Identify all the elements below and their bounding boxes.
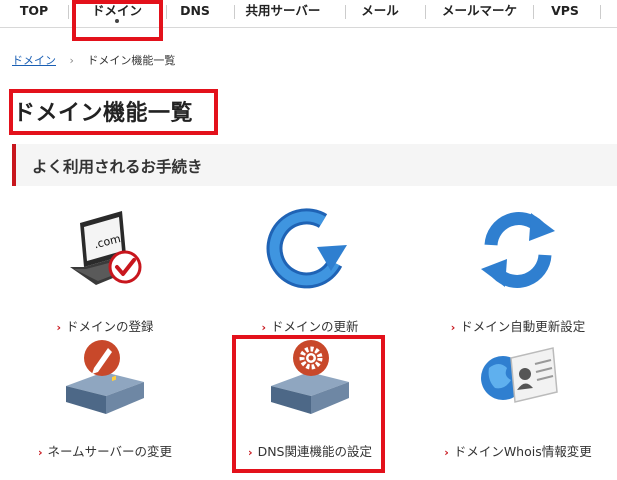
breadcrumb-current: ドメイン機能一覧 [87,54,176,67]
feature-label: › ネームサーバーの変更 [37,444,173,459]
nav-divider [234,5,235,19]
feature-domain-registration[interactable]: .com › ドメインの登録 [5,205,205,335]
highlight-box-title [9,89,218,135]
nav-tab-vps[interactable]: VPS [538,0,592,27]
laptop-check-icon: .com [60,205,150,295]
nav-tab-mail[interactable]: メール [350,0,410,27]
nav-divider [166,5,167,19]
feature-auto-renew-setting[interactable]: › ドメイン自動更新設定 [418,205,617,335]
nav-divider [600,5,601,19]
feature-label: › ドメインWhois情報変更 [444,444,592,459]
highlight-box-nav [72,0,163,41]
chevron-right-icon: › [444,446,449,459]
globe-id-card-icon [473,330,563,420]
feature-whois-change[interactable]: › ドメインWhois情報変更 [418,330,617,460]
feature-nameserver-change[interactable]: › ネームサーバーの変更 [5,330,205,460]
nav-tab-shared-server[interactable]: 共用サーバー [238,0,328,27]
section-title: よく利用されるお手続き [32,158,203,176]
breadcrumb-home-link[interactable]: ドメイン [12,54,56,67]
chevron-right-icon: › [37,446,43,459]
renew-arrow-icon [265,205,355,295]
highlight-box-dns-settings [232,335,385,473]
nav-divider [68,5,69,19]
breadcrumb-chevron-icon: › [69,54,74,67]
nav-divider [345,5,346,19]
server-pencil-icon [60,330,150,420]
nav-tab-top[interactable]: TOP [10,0,58,27]
breadcrumb: ドメイン › ドメイン機能一覧 [12,52,175,68]
nav-divider [425,5,426,19]
section-header: よく利用されるお手続き [12,144,617,186]
auto-renew-icon [473,205,563,295]
nav-tab-dns[interactable]: DNS [170,0,220,27]
feature-domain-renewal[interactable]: › ドメインの更新 [210,205,410,335]
nav-tab-mail-marketing[interactable]: メールマーケ [432,0,527,27]
nav-divider [533,5,534,19]
